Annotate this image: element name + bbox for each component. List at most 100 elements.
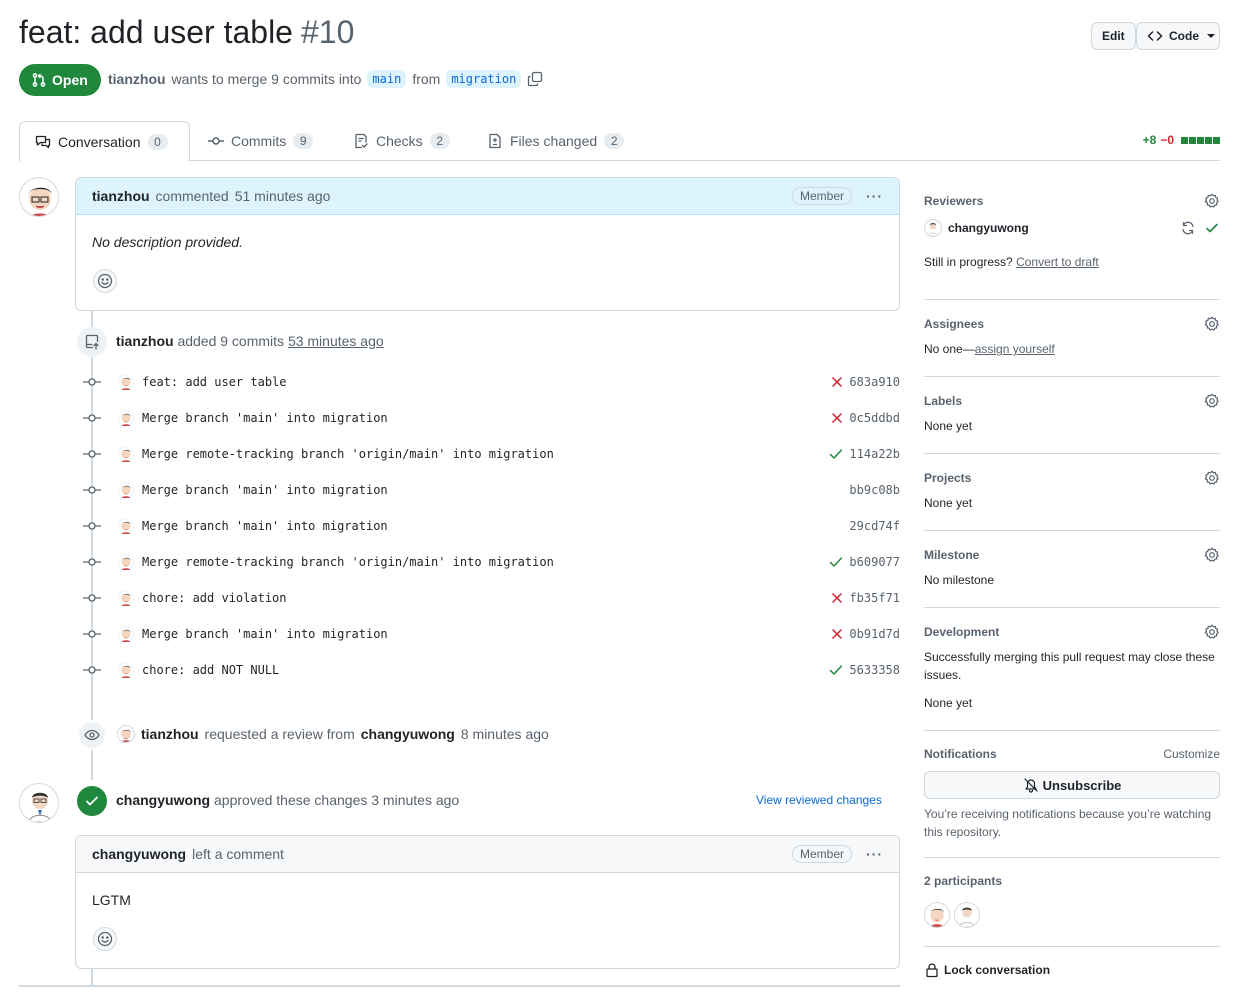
timeline-line-bottom — [91, 968, 93, 986]
tab-files-changed[interactable]: Files changed 2 — [472, 121, 639, 161]
check-icon[interactable] — [829, 556, 843, 568]
reviewer-name[interactable]: changyuwong — [948, 221, 1029, 235]
tab-files-changed-label: Files changed — [510, 133, 598, 149]
sync-icon[interactable] — [1180, 220, 1196, 236]
repo-push-icon — [77, 327, 107, 357]
avatar[interactable] — [924, 902, 950, 928]
avatar[interactable] — [117, 725, 135, 743]
add-reaction-icon[interactable] — [93, 927, 117, 951]
sidebar-notifications: Notifications Customize Unsubscribe You’r… — [924, 747, 1220, 858]
head-branch[interactable]: migration — [446, 70, 522, 88]
add-reaction-icon[interactable] — [93, 269, 117, 293]
tab-checks[interactable]: Checks 2 — [338, 121, 465, 161]
avatar[interactable] — [19, 177, 59, 217]
commit-sha[interactable]: 114a22b — [849, 447, 900, 461]
commit-sha[interactable]: 0c5ddbd — [849, 411, 900, 425]
commit-message[interactable]: feat: add user table — [142, 375, 287, 389]
pr-author-link[interactable]: tianzhou — [108, 71, 166, 87]
commit-message[interactable]: Merge branch 'main' into migration — [142, 627, 388, 641]
event-time[interactable]: 3 minutes ago — [371, 792, 459, 808]
comment-time[interactable]: 51 minutes ago — [235, 188, 331, 204]
tab-conversation[interactable]: Conversation 0 — [19, 121, 190, 162]
more-options-icon[interactable]: ··· — [866, 846, 883, 862]
commit-author-avatar[interactable] — [118, 410, 134, 426]
event-author[interactable]: changyuwong — [116, 792, 210, 808]
base-branch[interactable]: main — [367, 70, 407, 88]
more-options-icon[interactable]: ··· — [866, 188, 883, 204]
avatar[interactable] — [19, 783, 59, 823]
assign-yourself-link[interactable]: assign yourself — [975, 342, 1055, 356]
event-author[interactable]: tianzhou — [116, 333, 174, 349]
commit-sha[interactable]: fb35f71 — [849, 591, 900, 605]
commit-author-avatar[interactable] — [118, 554, 134, 570]
convert-to-draft-link[interactable]: Convert to draft — [1016, 255, 1099, 269]
event-reviewer[interactable]: changyuwong — [361, 726, 455, 742]
gear-icon[interactable] — [1204, 193, 1220, 209]
pr-title-text: feat: add user table — [19, 14, 293, 50]
gear-icon[interactable] — [1204, 624, 1220, 640]
merge-from-text: from — [412, 71, 441, 87]
commit-meta: bb9c08b — [849, 483, 900, 497]
pr-tabs: Conversation 0 Commits 9 Checks 2 Files … — [19, 121, 1220, 162]
copy-icon[interactable] — [527, 71, 543, 87]
view-reviewed-changes-link[interactable]: View reviewed changes — [756, 793, 882, 807]
commit-sha[interactable]: 29cd74f — [849, 519, 900, 533]
event-time[interactable]: 53 minutes ago — [288, 333, 384, 349]
lock-conversation-link[interactable]: Lock conversation — [924, 962, 1050, 978]
tab-conversation-count: 0 — [147, 133, 168, 150]
comment-author[interactable]: tianzhou — [92, 188, 150, 204]
diffstat-removed: −0 — [1160, 133, 1174, 147]
commit-sha[interactable]: 683a910 — [849, 375, 900, 389]
commit-meta: b609077 — [829, 555, 900, 569]
tab-commits[interactable]: Commits 9 — [193, 121, 328, 161]
gear-icon[interactable] — [1204, 547, 1220, 563]
commit-message[interactable]: chore: add violation — [142, 591, 287, 605]
commit-author-avatar[interactable] — [118, 662, 134, 678]
code-button[interactable]: Code — [1136, 22, 1220, 50]
commit-message[interactable]: chore: add NOT NULL — [142, 663, 279, 677]
x-icon[interactable] — [831, 376, 843, 388]
commit-author-avatar[interactable] — [118, 446, 134, 462]
commit-sha[interactable]: b609077 — [849, 555, 900, 569]
commit-message[interactable]: Merge branch 'main' into migration — [142, 519, 388, 533]
customize-link[interactable]: Customize — [1163, 747, 1220, 761]
labels-value: None yet — [924, 419, 973, 433]
event-time[interactable]: 8 minutes ago — [461, 726, 549, 742]
commit-author-avatar[interactable] — [118, 374, 134, 390]
gear-icon[interactable] — [1204, 393, 1220, 409]
check-icon[interactable] — [829, 448, 843, 460]
pr-number: #10 — [300, 14, 355, 50]
diffstat-bar — [1180, 136, 1220, 144]
comment-author[interactable]: changyuwong — [92, 846, 186, 862]
check-icon[interactable] — [829, 664, 843, 676]
commit-message[interactable]: Merge branch 'main' into migration — [142, 483, 388, 497]
commit-author-avatar[interactable] — [118, 590, 134, 606]
commit-meta: 683a910 — [831, 375, 900, 389]
gear-icon[interactable] — [1204, 470, 1220, 486]
tab-commits-count: 9 — [293, 133, 314, 149]
unsubscribe-button[interactable]: Unsubscribe — [924, 771, 1220, 799]
avatar[interactable] — [924, 219, 942, 237]
git-commit-icon — [80, 377, 104, 387]
commit-author-avatar[interactable] — [118, 482, 134, 498]
sidebar-heading: Development — [924, 625, 1000, 639]
commit-message[interactable]: Merge branch 'main' into migration — [142, 411, 388, 425]
x-icon[interactable] — [831, 628, 843, 640]
x-icon[interactable] — [831, 412, 843, 424]
commit-author-avatar[interactable] — [118, 626, 134, 642]
event-author[interactable]: tianzhou — [141, 726, 199, 742]
commit-message[interactable]: Merge remote-tracking branch 'origin/mai… — [142, 447, 554, 461]
commit-sha[interactable]: 0b91d7d — [849, 627, 900, 641]
gear-icon[interactable] — [1204, 316, 1220, 332]
avatar[interactable] — [954, 902, 980, 928]
git-commit-icon — [80, 629, 104, 639]
commit-sha[interactable]: bb9c08b — [849, 483, 900, 497]
commit-row: Merge branch 'main' into migration 29cd74… — [80, 508, 900, 544]
git-commit-icon — [80, 593, 104, 603]
edit-button[interactable]: Edit — [1091, 22, 1136, 50]
reviewer-row: changyuwong — [924, 219, 1220, 237]
commit-author-avatar[interactable] — [118, 518, 134, 534]
commit-sha[interactable]: 5633358 — [849, 663, 900, 677]
commit-message[interactable]: Merge remote-tracking branch 'origin/mai… — [142, 555, 554, 569]
x-icon[interactable] — [831, 592, 843, 604]
